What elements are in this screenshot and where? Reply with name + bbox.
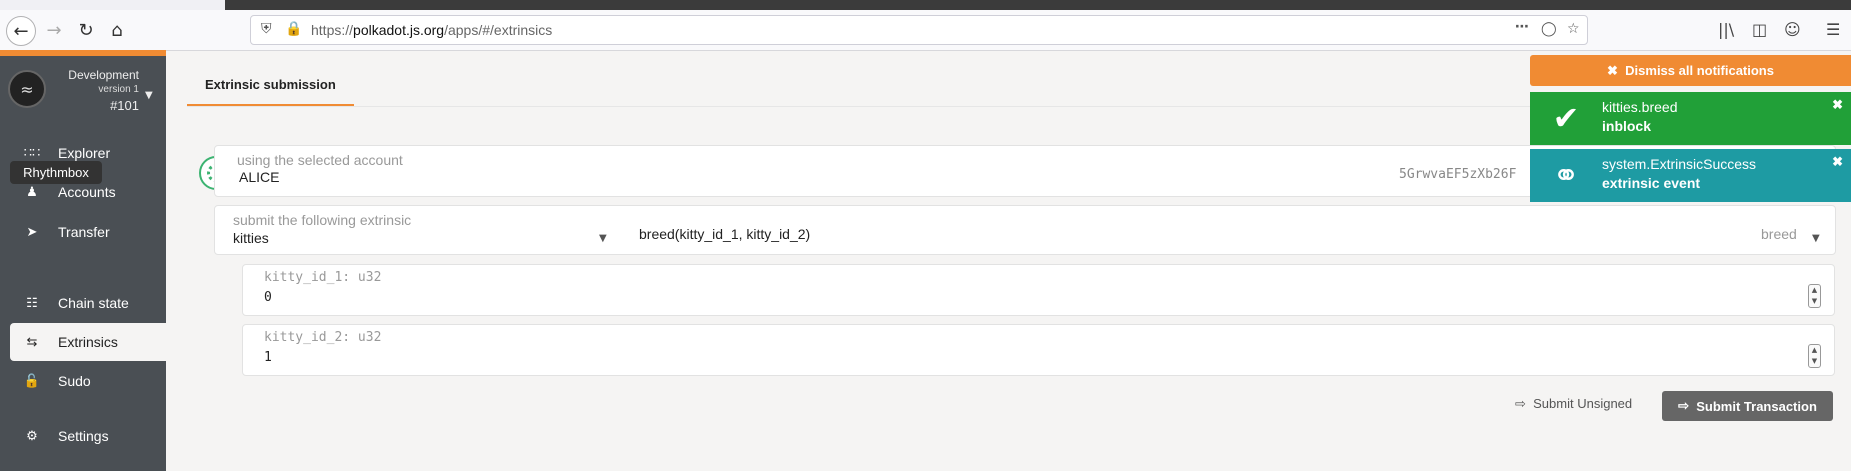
extrinsic-selector: submit the following extrinsic kitties ▼… (214, 205, 1836, 255)
polkadot-logo-icon[interactable]: ≈ (8, 70, 46, 108)
kitty-id-2-input[interactable]: 1 (264, 350, 272, 365)
submit-unsigned-button[interactable]: ⇨ Submit Unsigned (1515, 396, 1632, 412)
account-icon[interactable]: ☺ (1784, 20, 1801, 39)
menu-icon[interactable]: ☰ (1826, 20, 1840, 39)
back-icon[interactable]: ← (6, 16, 36, 46)
sidebar-item-label: Sudo (58, 373, 91, 389)
grid-icon: ∷∷ (23, 145, 41, 160)
home-icon[interactable]: ⌂ (103, 16, 131, 44)
sidebar-item-sudo[interactable]: 🔓 Sudo (10, 362, 166, 400)
sidebar-item-label: Transfer (58, 224, 110, 240)
param-label: kitty_id_1: u32 (264, 270, 382, 285)
url-text: https://polkadot.js.org/apps/#/extrinsic… (311, 22, 553, 38)
sync-icon: ⇆ (26, 334, 38, 349)
forward-icon[interactable]: → (40, 16, 68, 44)
close-icon[interactable]: ✖ (1832, 154, 1843, 170)
chain-version: version 1 (98, 84, 139, 95)
url-bar[interactable]: ⛨ 🔒 https://polkadot.js.org/apps/#/extri… (250, 15, 1588, 45)
method-select[interactable]: breed(kitty_id_1, kitty_id_2) (639, 226, 810, 242)
account-address: 5GrwvaEF5zXb26F (1399, 167, 1517, 182)
assistive-listening-icon: ⚭ (1552, 157, 1580, 193)
check-icon: ✔ (1552, 100, 1580, 136)
account-label: using the selected account (237, 152, 403, 168)
chevron-down-icon[interactable]: ▼ (599, 233, 607, 244)
unlock-icon: 🔓 (23, 373, 41, 388)
sidebar-item-label: Chain state (58, 295, 129, 311)
sidebar-item-label: Extrinsics (58, 334, 118, 350)
notification-status: extrinsic event (1602, 175, 1701, 191)
number-stepper[interactable]: ▲ ▼ (1808, 284, 1821, 308)
close-icon: ✖ (1607, 62, 1618, 78)
sign-in-icon: ⇨ (1515, 396, 1526, 411)
paper-plane-icon: ➤ (26, 224, 38, 239)
param-label: kitty_id_2: u32 (264, 330, 382, 345)
browser-tabstrip (0, 0, 1851, 10)
pocket-icon[interactable]: ◯ (1541, 21, 1557, 37)
library-icon[interactable]: ||\ (1718, 20, 1734, 39)
sign-in-icon: ⇨ (1678, 398, 1690, 413)
lock-icon[interactable]: 🔒 (285, 21, 302, 37)
module-select[interactable]: kitties (233, 230, 269, 246)
extrinsic-label: submit the following extrinsic (233, 212, 412, 228)
sidebar: ≈ Development version 1 #101 ▼ (0, 50, 166, 471)
account-name: ALICE (239, 169, 280, 185)
param-kitty-id-1: kitty_id_1: u32 0 ▲ ▼ (242, 264, 1835, 316)
shield-icon[interactable]: ⛨ (261, 21, 272, 37)
number-stepper[interactable]: ▲ ▼ (1808, 344, 1821, 368)
browser-toolbar: ← → ↻ ⌂ ⛨ 🔒 https://polkadot.js.org/apps… (0, 10, 1851, 51)
tab-extrinsic-submission[interactable]: Extrinsic submission (205, 77, 336, 92)
submit-transaction-button[interactable]: ⇨ Submit Transaction (1662, 391, 1833, 421)
notification-title: kitties.breed (1602, 99, 1678, 115)
chevron-down-icon[interactable]: ▼ (145, 90, 153, 101)
sidebar-item-chain-state[interactable]: ☷ Chain state (10, 284, 166, 322)
chain-name[interactable]: Development (68, 68, 139, 82)
sidebar-item-transfer[interactable]: ➤ Transfer (10, 213, 166, 251)
cogs-icon: ⚙ (26, 428, 38, 443)
dismiss-all-notifications-button[interactable]: ✖ Dismiss all notifications (1530, 55, 1851, 86)
reload-icon[interactable]: ↻ (72, 16, 100, 44)
notification-inblock: ✔ kitties.breed inblock ✖ (1530, 92, 1851, 145)
bookmark-star-icon[interactable]: ☆ (1567, 21, 1580, 37)
sidebar-toggle-icon[interactable]: ◫ (1752, 20, 1767, 39)
sidebar-item-label: Settings (58, 428, 109, 444)
notification-status: inblock (1602, 118, 1652, 134)
param-kitty-id-2: kitty_id_2: u32 1 ▲ ▼ (242, 324, 1835, 376)
notification-title: system.ExtrinsicSuccess (1602, 156, 1757, 172)
method-selected[interactable]: breed (1761, 226, 1797, 242)
sidebar-item-settings[interactable]: ⚙ Settings (10, 417, 166, 455)
database-icon: ☷ (26, 295, 38, 310)
sidebar-item-extrinsics[interactable]: ⇆ Extrinsics (10, 323, 166, 361)
users-icon: ♟ (26, 184, 38, 199)
notification-extrinsic-event: ⚭ system.ExtrinsicSuccess extrinsic even… (1530, 149, 1851, 202)
sidebar-accent (0, 50, 166, 56)
chevron-down-icon[interactable]: ▼ (1812, 233, 1820, 244)
close-icon[interactable]: ✖ (1832, 97, 1843, 113)
sidebar-item-label: Explorer (58, 145, 111, 161)
sidebar-item-label: Accounts (58, 184, 116, 200)
rhythmbox-tooltip: Rhythmbox (10, 161, 102, 184)
chain-block: #101 (110, 98, 139, 113)
kitty-id-1-input[interactable]: 0 (264, 290, 272, 305)
more-actions-icon[interactable]: ⋯ (1515, 19, 1529, 35)
